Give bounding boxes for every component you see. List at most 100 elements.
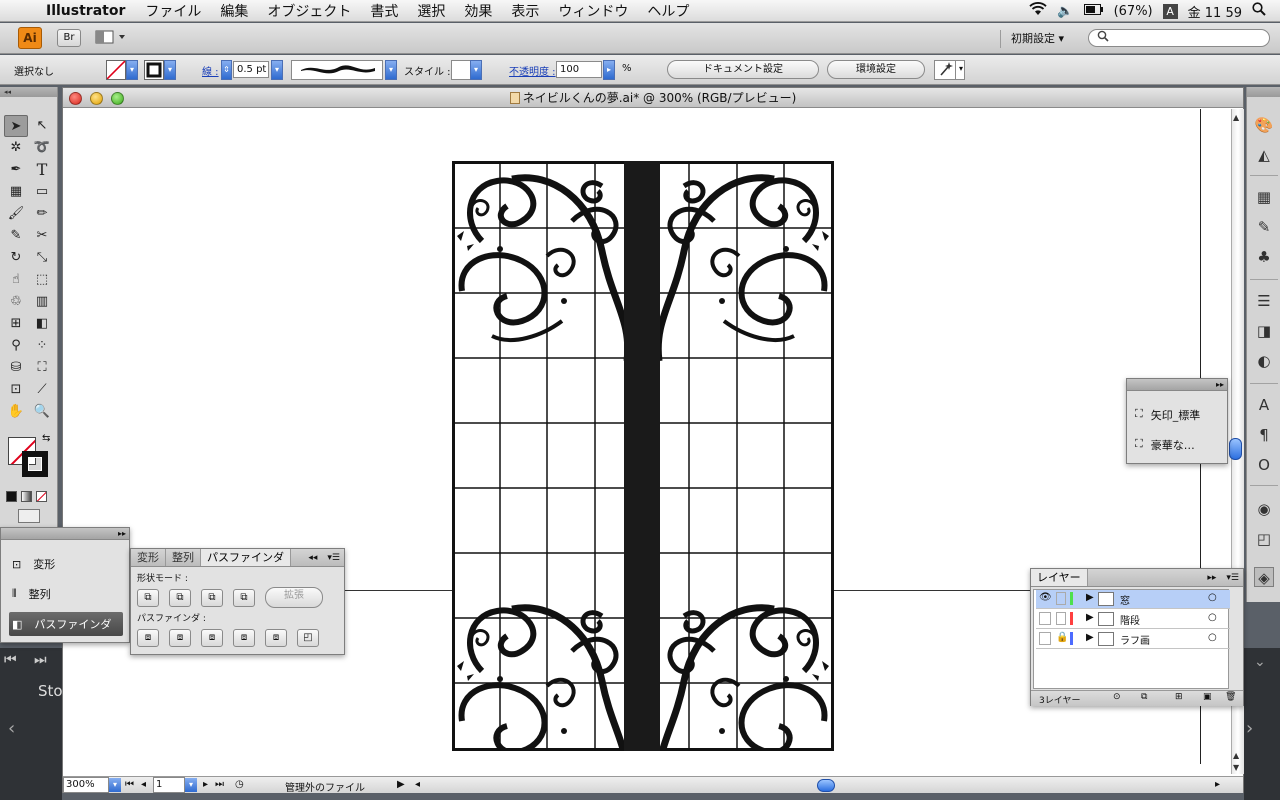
scissors-tool-icon[interactable]: ✂ [30, 225, 54, 247]
previous-icon[interactable]: ⏮ [4, 652, 17, 668]
free-transform-tool-icon[interactable]: ⬚ [30, 269, 54, 291]
scroll-right-icon[interactable]: ▸ [1215, 779, 1220, 790]
close-window-button[interactable] [69, 92, 82, 105]
style-item-luxury[interactable]: ⛶ 豪華な… [1135, 437, 1195, 453]
style-item-arrow[interactable]: ⛶ 矢印_標準 [1135, 407, 1200, 423]
collapse-icon[interactable]: ⌄ [1254, 654, 1266, 670]
layer-name[interactable]: 窓 [1120, 592, 1130, 607]
transform-panel-item[interactable]: ⊡ 変形 [9, 552, 123, 576]
stroke-label[interactable]: 線 : [202, 63, 219, 78]
battery-icon[interactable] [1083, 3, 1104, 19]
input-method-icon[interactable]: A [1162, 3, 1178, 19]
zoom-dropdown[interactable]: ▾ [109, 778, 121, 792]
symbols-panel-icon[interactable]: ♣ [1254, 247, 1274, 267]
stroke-swatch[interactable] [144, 60, 164, 80]
opacity-slider-button[interactable]: ▸ [603, 60, 615, 80]
scale-tool-icon[interactable]: ⤡ [30, 247, 54, 269]
none-mode-icon[interactable] [36, 491, 47, 502]
visibility-toggle[interactable] [1039, 632, 1051, 645]
expand-triangle-icon[interactable]: ▶ [1086, 612, 1094, 623]
menu-object[interactable]: オブジェクト [267, 1, 351, 21]
tab-align[interactable]: 整列 [166, 549, 201, 566]
minus-front-button[interactable]: ⧉ [169, 589, 191, 607]
menu-file[interactable]: ファイル [145, 1, 201, 21]
artboard-number-field[interactable]: 1 [153, 777, 185, 793]
stroke-weight-dropdown[interactable]: ▾ [271, 60, 283, 80]
transparency-panel-icon[interactable]: ◐ [1254, 351, 1274, 371]
spotlight-icon[interactable] [1252, 2, 1266, 20]
workspace-switcher[interactable]: 初期設定 ▾ [1000, 30, 1064, 48]
preferences-button[interactable]: 環境設定 [827, 60, 925, 79]
type-tool-icon[interactable]: T [30, 159, 54, 181]
opacity-label[interactable]: 不透明度 : [509, 63, 556, 78]
divide-button[interactable]: ⧈ [137, 629, 159, 647]
new-sublayer-icon[interactable]: ⊞ [1175, 692, 1183, 702]
gradient-mode-icon[interactable] [21, 491, 32, 502]
fill-swatch[interactable] [106, 60, 126, 80]
horizontal-scroll-thumb[interactable] [817, 779, 835, 792]
panel-menu-icon[interactable]: ▾☰ [1222, 569, 1243, 586]
direct-selection-tool-icon[interactable]: ↖ [30, 115, 54, 137]
symbol-sprayer-tool-icon[interactable]: ♲ [4, 291, 28, 313]
panel-collapse-icon[interactable]: ◂◂ [302, 549, 323, 566]
menu-help[interactable]: ヘルプ [647, 1, 689, 21]
vertical-scroll-thumb[interactable] [1229, 438, 1242, 460]
minimize-window-button[interactable] [90, 92, 103, 105]
live-paint-selection-tool-icon[interactable]: ⛶ [30, 357, 54, 379]
menu-window[interactable]: ウィンドウ [558, 1, 628, 21]
stroke-box-icon[interactable] [22, 451, 48, 477]
target-circle-icon[interactable]: ○ [1208, 592, 1217, 603]
stroke-dropdown[interactable]: ▾ [164, 60, 176, 80]
window-artwork[interactable] [452, 161, 834, 751]
next-icon[interactable]: ⏭ [34, 652, 47, 668]
paintbrush-tool-icon[interactable]: 🖌 [4, 203, 28, 225]
brush-definition[interactable] [291, 60, 383, 80]
search-input[interactable] [1088, 29, 1270, 47]
color-guide-icon[interactable]: ◭ [1254, 145, 1274, 165]
menu-select[interactable]: 選択 [417, 1, 445, 21]
crop-button[interactable]: ⧈ [233, 629, 255, 647]
arrange-documents-button[interactable] [95, 29, 129, 47]
document-setup-button[interactable]: ドキュメント設定 [667, 60, 819, 79]
graphic-style-swatch[interactable] [451, 60, 471, 80]
opentype-panel-icon[interactable]: O [1254, 455, 1274, 475]
grid-tool-icon[interactable]: ▦ [4, 181, 28, 203]
prev-artboard-icon[interactable]: ◂ [141, 779, 146, 790]
hand-tool-icon[interactable]: ✋ [4, 401, 28, 423]
rotate-tool-icon[interactable]: ↻ [4, 247, 28, 269]
mesh-tool-icon[interactable]: ⊞ [4, 313, 28, 335]
brushes-panel-icon[interactable]: ✎ [1254, 217, 1274, 237]
control-panel-menu-icon[interactable]: ▾ [955, 60, 965, 80]
layer-row[interactable]: 🔒 ▶ ラフ画 ○ [1036, 630, 1230, 649]
stroke-weight-field[interactable]: 0.5 pt [233, 61, 269, 78]
volume-icon[interactable]: 🔈 [1057, 4, 1073, 19]
minus-back-button[interactable]: ◰ [297, 629, 319, 647]
menu-effect[interactable]: 効果 [464, 1, 492, 21]
scroll-down-icon[interactable]: ▼ [1233, 763, 1239, 772]
version-cue-icon[interactable]: ◷ [235, 779, 244, 790]
lasso-tool-icon[interactable]: ➰ [30, 137, 54, 159]
tools-panel-titlebar[interactable]: ◂◂ [0, 87, 57, 97]
panel-expand-icon[interactable]: ▸▸ [1201, 569, 1222, 586]
expand-triangle-icon[interactable]: ▶ [1086, 632, 1094, 643]
status-menu-arrow-icon[interactable]: ▶ [397, 779, 405, 790]
opacity-field[interactable]: 100 [556, 61, 602, 78]
column-graph-tool-icon[interactable]: ▥ [30, 291, 54, 313]
trash-icon[interactable]: 🗑 [1225, 692, 1236, 702]
forward-arrow-icon[interactable]: › [1246, 718, 1253, 739]
zoom-window-button[interactable] [111, 92, 124, 105]
fill-dropdown[interactable]: ▾ [126, 60, 138, 80]
unite-button[interactable]: ⧉ [137, 589, 159, 607]
appearance-panel-icon[interactable]: ◉ [1254, 499, 1274, 519]
layer-row[interactable]: ▶ 階段 ○ [1036, 610, 1230, 629]
stroke-weight-stepper[interactable]: ⇕ [221, 60, 232, 80]
document-titlebar[interactable]: ネイビルくんの夢.ai* @ 300% (RGB/プレビュー) [63, 88, 1243, 108]
first-artboard-icon[interactable]: ⏮ [125, 779, 134, 790]
layer-name[interactable]: 階段 [1120, 612, 1140, 627]
tab-layers[interactable]: レイヤー [1031, 569, 1088, 586]
target-circle-icon[interactable]: ○ [1208, 612, 1217, 623]
brush-dropdown[interactable]: ▾ [385, 60, 397, 80]
dock-titlebar[interactable] [1247, 87, 1280, 97]
blob-brush-tool-icon[interactable]: ✎ [4, 225, 28, 247]
scroll-up-bottom-icon[interactable]: ▲ [1233, 751, 1239, 760]
